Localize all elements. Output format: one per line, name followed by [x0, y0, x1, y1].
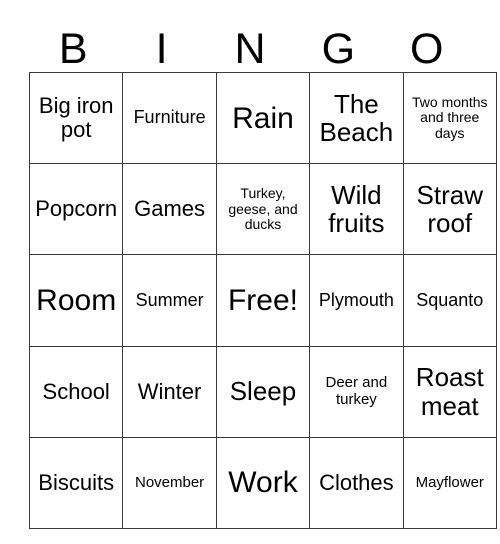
bingo-header-letter: G	[321, 25, 356, 74]
bingo-row: Biscuits November Work Clothes Mayflower	[28, 436, 497, 529]
bingo-cell[interactable]: Clothes	[309, 436, 404, 529]
bingo-grid: Big iron pot Furniture Rain The Beach Tw…	[28, 71, 497, 529]
bingo-header-letter: I	[155, 25, 168, 74]
bingo-cell[interactable]: Deer and turkey	[309, 345, 404, 438]
bingo-cell-label: Furniture	[133, 107, 206, 128]
bingo-cell-label: Deer and turkey	[325, 374, 388, 408]
bingo-cell[interactable]: School	[28, 345, 124, 438]
bingo-cell[interactable]: Popcorn	[28, 163, 124, 256]
bingo-header-cell-i: I	[117, 13, 205, 72]
bingo-cell-label: The Beach	[319, 88, 394, 148]
bingo-cell-label: Roast meat	[415, 362, 484, 421]
bingo-header-letter: B	[58, 25, 88, 74]
bingo-cell-label: Turkey, geese, and ducks	[228, 185, 298, 232]
bingo-cell-label: Biscuits	[38, 469, 115, 495]
bingo-cell[interactable]: Games	[122, 163, 217, 256]
bingo-cell[interactable]: Straw roof	[402, 163, 497, 256]
bingo-cell-label: Popcorn	[35, 196, 118, 222]
bingo-cell[interactable]: Turkey, geese, and ducks	[215, 163, 311, 256]
bingo-cell[interactable]: Biscuits	[28, 436, 124, 529]
bingo-cell-label: Big iron pot	[38, 92, 114, 143]
bingo-card: B I N G O Big iron pot Furniture Rain Th…	[28, 13, 497, 529]
bingo-cell[interactable]: The Beach	[309, 71, 404, 165]
bingo-cell[interactable]: Two months and three days	[402, 71, 497, 165]
bingo-cell[interactable]: Mayflower	[402, 436, 497, 529]
bingo-row: Popcorn Games Turkey, geese, and ducks W…	[28, 163, 497, 256]
bingo-cell[interactable]: Roast meat	[402, 345, 497, 438]
bingo-row: Room Summer Free! Plymouth Squanto	[28, 254, 497, 347]
bingo-free-label: Free!	[227, 283, 298, 317]
bingo-cell-label: November	[134, 473, 205, 491]
bingo-cell-label: School	[42, 378, 110, 404]
bingo-cell[interactable]: Furniture	[122, 71, 217, 165]
bingo-cell-label: Straw roof	[416, 179, 483, 239]
bingo-cell-label: Games	[134, 196, 206, 222]
bingo-cell[interactable]: Big iron pot	[28, 71, 124, 165]
bingo-header-cell-n: N	[206, 13, 294, 72]
bingo-header-letter: N	[234, 25, 266, 74]
bingo-header-cell-g: G	[294, 13, 382, 72]
bingo-cell[interactable]: November	[122, 436, 217, 529]
bingo-header-row: B I N G O	[29, 13, 471, 72]
bingo-cell[interactable]: Room	[28, 254, 124, 347]
bingo-cell-label: Mayflower	[415, 473, 484, 491]
bingo-cell-label: Squanto	[416, 289, 484, 310]
bingo-cell[interactable]: Work	[215, 436, 311, 529]
bingo-cell-label: Winter	[137, 378, 202, 404]
bingo-row: Big iron pot Furniture Rain The Beach Tw…	[28, 71, 497, 165]
bingo-cell-label: Room	[36, 283, 117, 317]
bingo-cell[interactable]: Summer	[122, 254, 217, 347]
bingo-cell[interactable]: Wild fruits	[309, 163, 404, 256]
bingo-cell[interactable]: Plymouth	[309, 254, 404, 347]
bingo-cell[interactable]: Sleep	[215, 345, 311, 438]
bingo-header-cell-b: B	[29, 13, 117, 72]
bingo-cell[interactable]: Rain	[215, 71, 311, 165]
bingo-cell-label: Sleep	[229, 376, 297, 407]
bingo-cell-label: Work	[228, 466, 298, 500]
bingo-cell-label: Clothes	[319, 469, 394, 495]
bingo-cell[interactable]: Squanto	[402, 254, 497, 347]
bingo-cell-free[interactable]: Free!	[215, 254, 311, 347]
bingo-cell-label: Rain	[232, 101, 294, 135]
bingo-header-letter: O	[410, 25, 444, 74]
bingo-cell-label: Summer	[135, 289, 204, 310]
bingo-cell-label: Plymouth	[318, 289, 394, 310]
bingo-cell-label: Wild fruits	[328, 179, 385, 239]
bingo-header-cell-o: O	[383, 13, 471, 72]
bingo-cell-label: Two months and three days	[412, 94, 488, 141]
bingo-row: School Winter Sleep Deer and turkey Roas…	[28, 345, 497, 438]
bingo-cell[interactable]: Winter	[122, 345, 217, 438]
